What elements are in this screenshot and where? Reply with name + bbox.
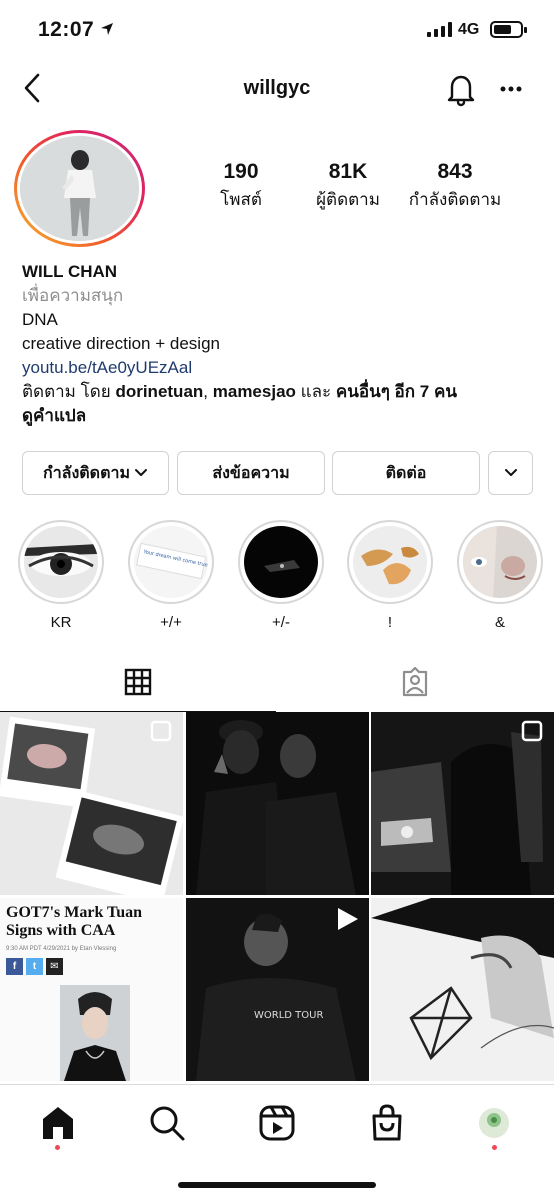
bio-line: DNA	[22, 310, 58, 329]
post-tile[interactable]	[0, 712, 183, 895]
search-icon[interactable]	[147, 1103, 187, 1143]
stat-value: 81K	[328, 160, 368, 183]
message-button-label: ส่งข้อความ	[212, 464, 290, 482]
twitter-icon: t	[26, 958, 43, 975]
profile-notification-dot	[492, 1145, 497, 1150]
profile-name: WILL CHAN	[22, 262, 118, 281]
highlight-cover-note: Your dream will come true when you least…	[134, 526, 208, 598]
followed-by-separator: ,	[203, 382, 213, 401]
post-tile[interactable]: WORLD TOUR	[186, 898, 369, 1081]
highlight-exclamation[interactable]: !	[347, 520, 433, 631]
highlight-label: !	[387, 614, 393, 631]
stat-value: 843	[437, 160, 473, 183]
highlight-ampersand[interactable]: &	[457, 520, 543, 631]
tab-tagged[interactable]	[278, 656, 554, 712]
profile-avatar[interactable]	[14, 130, 145, 247]
profile-avatar-tab-icon[interactable]	[474, 1103, 514, 1143]
stat-value: 190	[223, 160, 259, 183]
contact-button-label: ติดต่อ	[385, 464, 427, 482]
news-meta: 9:30 AM PDT 4/29/2021 by Etan Vlessing	[6, 946, 117, 952]
post-tile[interactable]	[371, 898, 554, 1081]
chevron-down-icon	[135, 469, 147, 476]
bio-link[interactable]: youtu.be/tAe0yUEzAal	[22, 356, 542, 380]
highlight-cover-face	[463, 526, 537, 598]
battery-icon	[490, 21, 527, 38]
profile-tabs	[0, 656, 554, 712]
post-tile-news[interactable]: GOT7's Mark Tuan Signs with CAA 9:30 AM …	[0, 898, 183, 1081]
stat-label: กำลังติดตาม	[408, 190, 502, 209]
stat-label: โพสต์	[220, 190, 262, 209]
following-button-label: กำลังติดตาม	[43, 464, 130, 482]
home-indicator	[178, 1182, 376, 1188]
highlight-label: &	[494, 614, 505, 631]
stat-following[interactable]: 843 กำลังติดตาม	[400, 160, 510, 213]
news-photo	[60, 985, 130, 1081]
signal-icon	[427, 22, 452, 37]
post-grid: GOT7's Mark Tuan Signs with CAA 9:30 AM …	[0, 712, 554, 1084]
tagged-person-icon	[402, 667, 428, 697]
home-icon[interactable]	[38, 1103, 78, 1143]
status-time: 12:07	[38, 18, 95, 41]
followed-by[interactable]: ติดตาม โดย dorinetuan, mamesjao และ คนอื…	[22, 380, 542, 404]
post-tile[interactable]	[186, 712, 369, 895]
suggested-accounts-button[interactable]	[488, 451, 533, 495]
message-button[interactable]: ส่งข้อความ	[177, 451, 325, 495]
profile-category: เพื่อความสนุก	[22, 286, 124, 305]
email-icon: ✉	[46, 958, 63, 975]
post-tile[interactable]	[371, 712, 554, 895]
highlight-kr[interactable]: KR	[18, 520, 104, 631]
followed-by-prefix: ติดตาม โดย	[22, 382, 116, 401]
shop-icon[interactable]	[367, 1103, 407, 1143]
followed-by-others: คนอื่นๆ อีก 7 คน	[335, 382, 457, 401]
news-headline: GOT7's Mark Tuan Signs with CAA	[6, 904, 143, 939]
followed-by-user: mamesjao	[212, 382, 296, 401]
tshirt-print-text: WORLD TOUR	[254, 1010, 323, 1021]
more-options-icon[interactable]	[496, 75, 526, 103]
reels-icon[interactable]	[257, 1103, 297, 1143]
following-button[interactable]: กำลังติดตาม	[22, 451, 169, 495]
contact-button[interactable]: ติดต่อ	[332, 451, 480, 495]
highlight-cover-chips	[353, 526, 427, 598]
highlight-plus-plus[interactable]: Your dream will come true when you least…	[128, 520, 214, 631]
stat-posts[interactable]: 190 โพสต์	[200, 160, 282, 213]
grid-icon	[124, 668, 152, 696]
highlight-plus-minus[interactable]: +/-	[238, 520, 324, 631]
followed-by-and: และ	[295, 382, 336, 401]
top-nav: willgyc	[0, 60, 554, 120]
highlight-cover-eye	[24, 526, 98, 598]
followed-by-user: dorinetuan	[115, 382, 204, 401]
facebook-icon: f	[6, 958, 23, 975]
avatar-photo	[20, 136, 139, 241]
bell-icon[interactable]	[444, 71, 478, 107]
stat-followers[interactable]: 81K ผู้ติดตาม	[300, 160, 396, 213]
bio-line: creative direction + design	[22, 334, 220, 353]
profile-actions: กำลังติดตาม ส่งข้อความ ติดต่อ	[22, 451, 534, 497]
chevron-down-icon	[504, 469, 517, 476]
highlight-label: +/+	[160, 614, 182, 631]
status-bar: 12:07 4G	[0, 0, 554, 60]
location-arrow-icon	[101, 23, 113, 35]
profile-bio: WILL CHAN เพื่อความสนุก DNA creative dir…	[22, 260, 542, 428]
stat-label: ผู้ติดตาม	[316, 190, 380, 209]
highlight-label: KR	[50, 614, 72, 631]
tab-posts-grid[interactable]	[0, 656, 276, 712]
highlight-cover-dark	[244, 526, 318, 598]
see-translation-link[interactable]: ดูคำแปล	[22, 404, 542, 428]
network-type: 4G	[458, 21, 480, 38]
highlight-label: +/-	[272, 614, 290, 631]
home-notification-dot	[55, 1145, 60, 1150]
